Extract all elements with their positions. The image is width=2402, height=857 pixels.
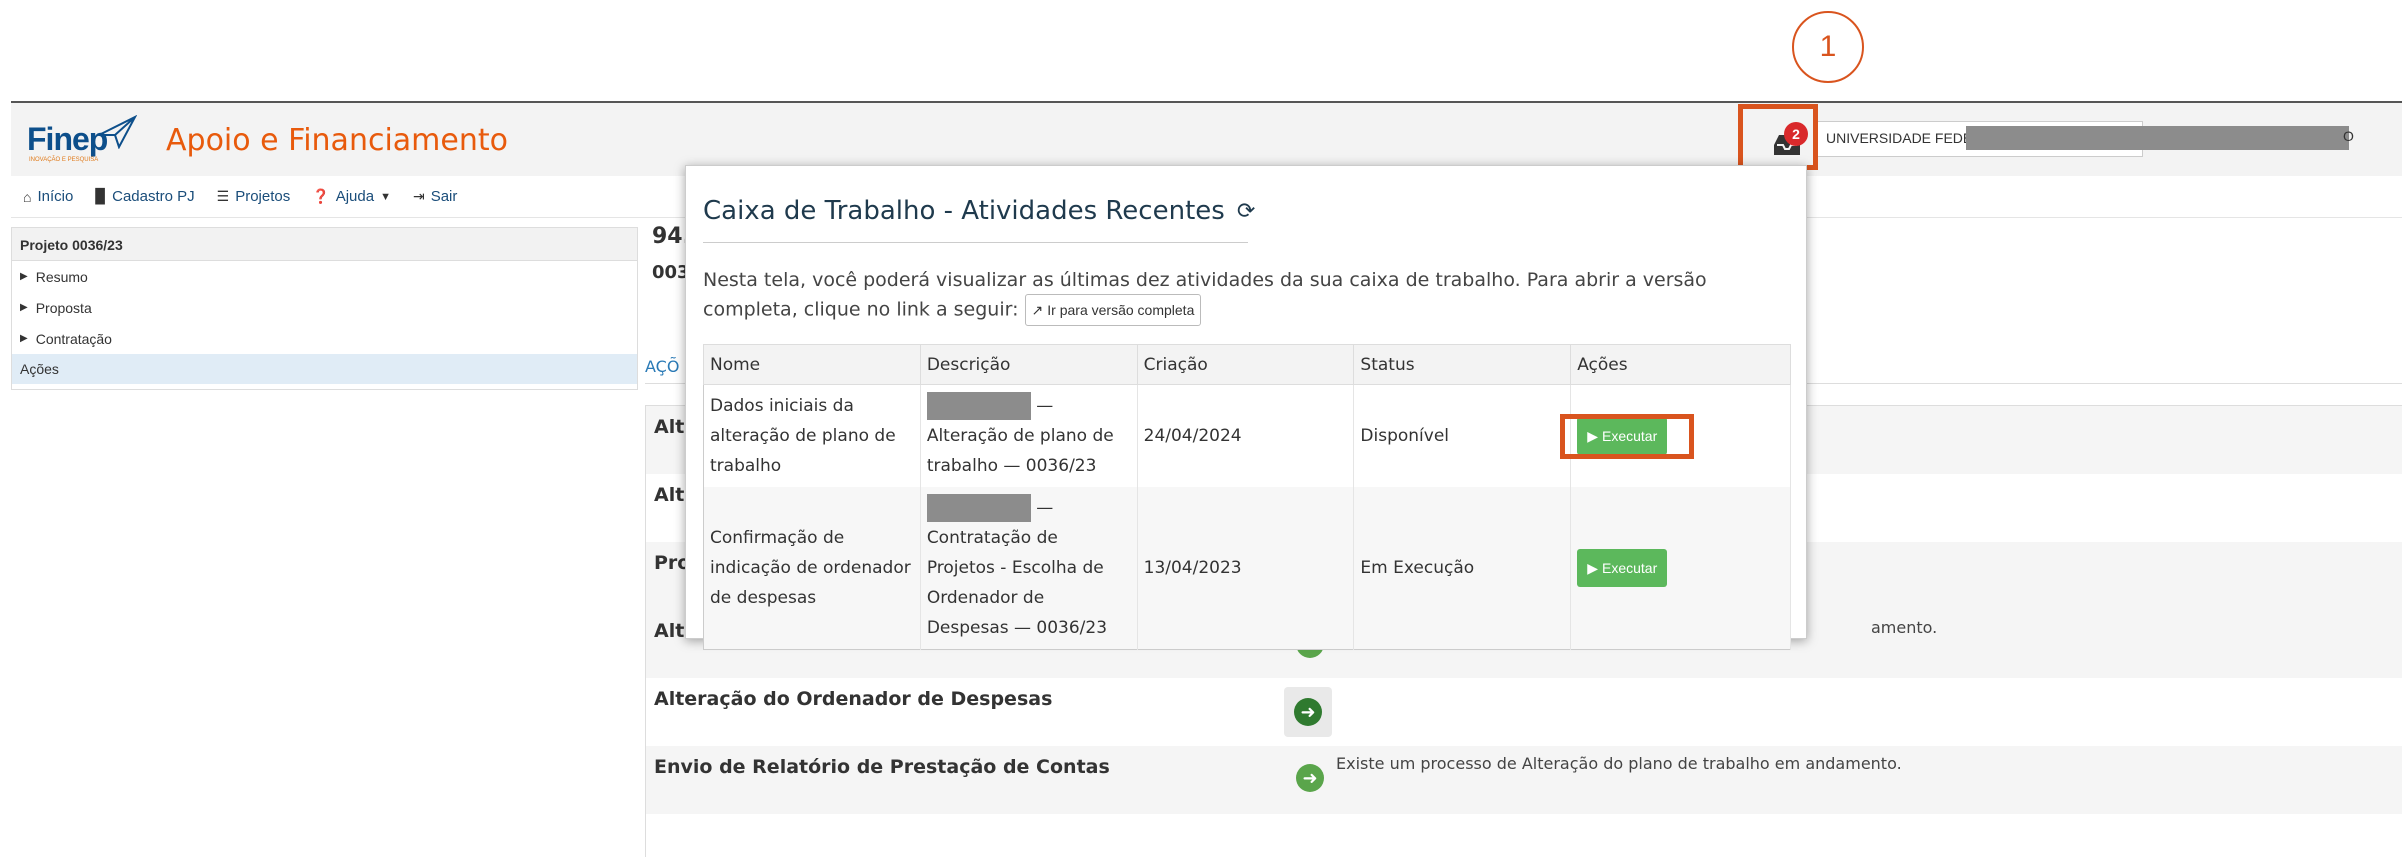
description-part: — <box>1036 498 1054 518</box>
building-icon: ▉ <box>95 188 107 204</box>
popup-description: Nesta tela, você poderá visualizar as úl… <box>703 266 1793 326</box>
column-header: Nome <box>703 344 921 385</box>
tab-acoes[interactable]: AÇÕ <box>645 357 679 376</box>
cell-name: Dados iniciais da alteração de plano de … <box>703 384 921 487</box>
cell-created: 13/04/2023 <box>1137 487 1355 650</box>
action-row: Alteração do Ordenador de Despesas ➜ <box>646 678 2402 746</box>
chevron-down-icon: ▼ <box>380 190 391 203</box>
organization-name: UNIVERSIDADE FEDE <box>1826 130 1973 146</box>
play-icon: ▶ <box>1587 560 1598 576</box>
popup-description-text: Nesta tela, você poderá visualizar as úl… <box>703 269 1707 321</box>
action-row: Envio de Relatório de Prestação de Conta… <box>646 746 2402 814</box>
redacted-text <box>926 494 1031 522</box>
nav-label: Cadastro PJ <box>112 188 195 205</box>
go-button[interactable]: ➜ <box>1284 687 1332 737</box>
column-header: Descrição <box>919 344 1138 385</box>
cell-status: Em Execução <box>1353 487 1572 650</box>
nav-sair[interactable]: ⇥ Sair <box>413 188 457 205</box>
go-arrow-icon: ➜ <box>1294 698 1322 726</box>
organization-name-suffix: O <box>2343 128 2354 144</box>
nav-label: Projetos <box>235 188 291 205</box>
annotation-box-execute <box>1560 414 1694 459</box>
project-sidebar: Projeto 0036/23 ▶ Resumo ▶ Proposta ▶ Co… <box>11 227 638 390</box>
go-arrow-icon[interactable]: ➜ <box>1296 764 1324 792</box>
sidebar-item-label: Contratação <box>35 330 112 347</box>
cell-name: Confirmação de indicação de ordenador de… <box>703 487 921 650</box>
sidebar-item-label: Ações <box>20 361 59 377</box>
cell-description: — Contratação de Projetos - Escolha de O… <box>920 487 1138 650</box>
list-icon: ☰ <box>216 188 230 204</box>
sign-out-icon: ⇥ <box>412 188 425 204</box>
cell-description: — Alteração de plano de trabalho — 0036/… <box>920 384 1138 487</box>
table-row: Confirmação de indicação de ordenador de… <box>703 487 1791 650</box>
paper-plane-icon <box>98 115 137 149</box>
redacted-text <box>926 392 1031 420</box>
project-subtitle: 003 <box>652 262 690 283</box>
finep-logo[interactable]: Finep INOVAÇÃO E PESQUISA <box>27 115 137 163</box>
activities-table: Nome Descrição Criação Status Ações Dado… <box>703 344 1791 650</box>
caret-right-icon: ▶ <box>20 302 28 313</box>
cell-created: 24/04/2024 <box>1137 384 1355 487</box>
external-link-icon: ↗ <box>1031 302 1044 318</box>
table-header-row: Nome Descrição Criação Status Ações <box>703 344 1791 385</box>
nav-label: Início <box>37 188 74 205</box>
app-title: Apoio e Financiamento <box>166 123 508 158</box>
sidebar-item-resumo[interactable]: ▶ Resumo <box>12 261 637 292</box>
full-version-link-label: Ir para versão completa <box>1047 302 1195 318</box>
annotation-box-notification <box>1738 104 1818 170</box>
logo-subtitle: INOVAÇÃO E PESQUISA <box>29 157 99 163</box>
caret-right-icon: ▶ <box>20 271 28 282</box>
popup-title-text: Caixa de Trabalho - Atividades Recentes <box>703 196 1225 226</box>
execute-button[interactable]: ▶ Executar <box>1577 549 1668 587</box>
action-label: Envio de Relatório de Prestação de Conta… <box>654 756 1110 778</box>
nav-label: Ajuda <box>335 188 375 205</box>
caret-right-icon: ▶ <box>20 333 28 344</box>
annotation-marker-1: 1 <box>1792 11 1864 83</box>
redacted-organization-name <box>1966 126 2349 150</box>
home-icon: ⌂ <box>23 188 32 205</box>
sidebar-item-proposta[interactable]: ▶ Proposta <box>12 292 637 323</box>
sidebar-title: Projeto 0036/23 <box>12 228 637 261</box>
logo-text: Finep <box>27 121 108 157</box>
cell-actions: ▶ Executar <box>1570 487 1791 650</box>
refresh-icon[interactable]: ⟳ <box>1237 199 1255 224</box>
sidebar-item-contratacao[interactable]: ▶ Contratação <box>12 323 637 354</box>
nav-projetos[interactable]: ☰ Projetos <box>217 188 291 205</box>
full-version-link[interactable]: ↗ Ir para versão completa <box>1024 294 1202 326</box>
column-header: Ações <box>1570 344 1791 385</box>
column-header: Status <box>1353 344 1572 385</box>
popup-title: Caixa de Trabalho - Atividades Recentes … <box>703 196 1255 226</box>
sidebar-item-label: Resumo <box>35 268 88 285</box>
column-header: Criação <box>1136 344 1355 385</box>
sidebar-item-label: Proposta <box>35 299 92 316</box>
execute-label: Executar <box>1601 560 1658 576</box>
nav-label: Sair <box>430 188 458 205</box>
description-part: Contratação de Projetos - Escolha de Ord… <box>926 528 1108 638</box>
nav-ajuda[interactable]: ❓ Ajuda ▼ <box>312 188 391 205</box>
question-icon: ❓ <box>312 188 330 204</box>
nav-inicio[interactable]: ⌂ Início <box>23 188 73 205</box>
action-label: Alteração do Ordenador de Despesas <box>654 688 1053 710</box>
sidebar-item-acoes[interactable]: Ações <box>12 354 637 384</box>
action-note: amento. <box>1871 618 1938 637</box>
action-note: Existe um processo de Alteração do plano… <box>1336 754 1902 773</box>
work-inbox-popup: Caixa de Trabalho - Atividades Recentes … <box>685 165 1807 650</box>
cell-status: Disponível <box>1353 384 1572 487</box>
popup-title-underline <box>703 242 1248 243</box>
nav-cadastro-pj[interactable]: ▉ Cadastro PJ <box>95 188 194 205</box>
